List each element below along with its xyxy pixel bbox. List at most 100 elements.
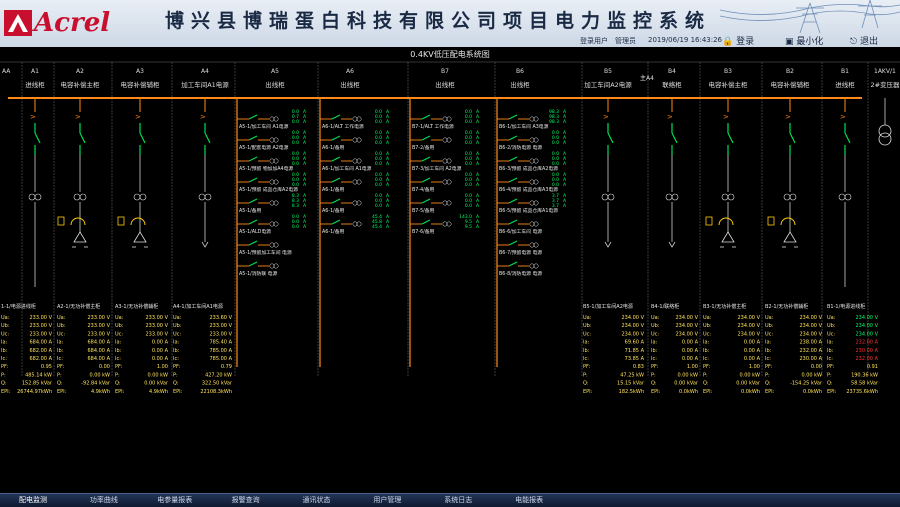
meter-param-value: 1.00 — [687, 364, 698, 370]
feeder-row[interactable]: 0.0 A0.0 A0.0 AB7-4/备用 — [410, 172, 480, 193]
meter-param-value: -154.25 kVar — [790, 381, 823, 387]
meter-panel[interactable]: A2-1/无功补偿主柜 Ua: 233.00 V Ub: 233.00 V Uc: 233.… — [57, 303, 111, 395]
meter-panel[interactable]: B3-1/无功补偿主柜 Ua: 234.00 V Ub: 234.00 V Uc: 234.… — [703, 303, 761, 395]
meter-param-value: 234.00 V — [799, 315, 822, 321]
login-button[interactable]: 🔒 登录 — [722, 34, 754, 47]
meter-panel[interactable]: B5-1/加工车间A2电源 Ua: 234.00 V Ub: 234.00 V Uc: 23… — [583, 303, 645, 395]
feeder-current-value: 0.0 — [375, 161, 382, 167]
ct-icon — [783, 193, 791, 201]
cabinet-circuit: > — [705, 98, 736, 248]
feeder-row[interactable]: 0.0 A0.0 A0.0 AB6-4/预留 成品仓库A3电源 — [497, 172, 567, 193]
feeder-row[interactable]: 98.3 A98.3 A98.3 AB6-1/加工车间 A3电源 — [497, 109, 567, 130]
nav-tab-8[interactable]: 电能报表 — [504, 495, 554, 506]
meter-panel[interactable]: 1-1/电源进线柜 Ua: 233.00 V Ub: 233.00 V Uc: 233.00… — [1, 303, 53, 395]
minimize-button[interactable]: ▣ 最小化 — [785, 34, 823, 47]
feeder-row[interactable]: 0.0 A0.0 A0.0 AA5-1/预留 成品仓库A2电源 — [237, 172, 307, 193]
cabinet-header: 2#变压器 — [870, 80, 900, 89]
feeder-row[interactable]: 0.0 A0.0 A0.0 AA6-1/备用 — [320, 130, 390, 151]
feeder-row[interactable]: 0.0 A0.0 A0.0 AB6-2/消防电源 电源 — [497, 130, 567, 151]
meter-param-label: Q: — [651, 381, 657, 387]
header-status-bar: 登录用户 管理员 2019/06/19 16:43:26 🔒 登录 ▣ 最小化 … — [0, 34, 900, 47]
exit-icon: ⎋ — [850, 37, 858, 47]
feeder-row[interactable]: 0.0 A0.7 A0.0 AA5-1/加工车间 A1电源 — [237, 109, 307, 130]
nav-tab-4[interactable]: 报警查询 — [221, 495, 271, 506]
breaker-icon — [248, 198, 258, 204]
feeder-row[interactable]: 0.0 A0.0 A0.0 AB7-1/ALT 工作电源 — [410, 109, 480, 130]
unit-label: A — [476, 203, 480, 209]
feeder-row[interactable]: 45.4 A45.8 A45.4 AA6-1/备用 — [320, 214, 390, 235]
feeder-row[interactable]: 0.0 A0.0 A0.0 AA6-1/备用 — [320, 193, 390, 214]
nav-tab-6[interactable]: 用户管理 — [362, 495, 412, 506]
nav-tab-7[interactable]: 系统日志 — [433, 495, 483, 506]
cabinet-header: A5 出线柜 — [265, 68, 285, 89]
cabinet-code: B1 — [841, 68, 849, 75]
meter-param-label: Ib: — [765, 348, 772, 354]
meter-panel[interactable]: B4-1/联络柜 Ua: 234.00 V Ub: 234.00 V Uc: 234.00 … — [651, 303, 699, 395]
lock-icon: 🔒 — [722, 37, 734, 47]
unit-label: A — [386, 161, 390, 167]
exit-button[interactable]: ⎋ 退出 — [850, 34, 878, 47]
feeder-row[interactable]: 0.0 A0.0 A0.0 AA6-1/ALT 工作电源 — [320, 109, 390, 130]
meter-param-value: 233.00 V — [145, 331, 168, 337]
feeder-row[interactable]: 0.0 A0.0 A0.0 AB7-3/加工车间 A2电源 — [410, 151, 480, 172]
feeder-row[interactable]: 0.0 A0.0 A0.0 AA6-1/备用 — [320, 172, 390, 193]
meter-param-value: 234.00 V — [855, 315, 878, 321]
feeder-row[interactable]: 8.3 A8.3 A8.3 AA5-1/备用 — [237, 193, 307, 214]
feeder-row[interactable]: 0.0 A0.0 A0.0 AB7-2/备用 — [410, 130, 480, 151]
breaker-icon — [331, 135, 341, 141]
nav-tab-5[interactable]: 通讯状态 — [292, 495, 342, 506]
meter-param-value: 234.00 V — [737, 323, 760, 329]
arrow-icon: > — [723, 113, 729, 121]
meter-param-label: Q: — [1, 381, 7, 387]
nav-tab-2[interactable]: 功率曲线 — [79, 495, 129, 506]
meter-param-label: P: — [173, 372, 178, 378]
meter-param-label: Ub: — [57, 323, 66, 329]
meter-panel[interactable]: A4-1/加工车间A1电源 Ua: 233.60 V Ub: 233.00 V Uc: 23… — [173, 303, 233, 395]
feeder-row[interactable]: B6-6/加工车间 电源 — [497, 219, 542, 235]
unit-label: A — [303, 203, 307, 209]
feeder-row[interactable]: 0.0 A0.0 A0.0 AB7-5/备用 — [410, 193, 480, 214]
unit-label: A — [563, 203, 567, 209]
ct-icon — [73, 193, 81, 201]
breaker-icon — [508, 240, 518, 246]
meter-panel[interactable]: B2-1/无功补偿辅柜 Ua: 234.00 V Ub: 234.00 V Uc: 234.… — [765, 303, 823, 395]
feeder-name: B6-1/加工车间 A3电源 — [499, 123, 549, 130]
feeder-name: A5-1/配套电源 A2电源 — [239, 144, 289, 151]
meter-panel[interactable]: B1-1/电源进线柜 Ua: 234.00 V Ub: 234.00 V Uc: 234.0… — [827, 303, 879, 395]
meter-param-label: EPI: — [651, 389, 661, 395]
nav-tab-1[interactable]: 配电监测 — [8, 495, 58, 506]
meter-param-label: Uc: — [57, 331, 65, 337]
feeder-row[interactable]: A5-1/消防联 电源 — [237, 261, 279, 277]
feeder-panel-b6: 98.3 A98.3 A98.3 AB6-1/加工车间 A3电源0.0 A0.0 A0.0… — [496, 98, 567, 367]
cabinet-header: B3 电容补偿主柜 — [709, 68, 749, 89]
feeder-row[interactable]: 0.0 A0.0 A0.0 AA5-1/配套电源 A2电源 — [237, 130, 307, 151]
meter-param-value: 684.00 A — [29, 340, 52, 346]
feeder-row[interactable]: 0.0 A0.0 A0.0 AB6-3/预留 成品仓库A2电源 — [497, 151, 567, 172]
meter-param-label: Ic: — [651, 356, 657, 362]
datetime-display: 2019/06/19 16:43:26 — [648, 36, 723, 44]
meter-param-label: PF: — [827, 364, 835, 370]
breaker-icon — [508, 114, 518, 120]
cabinet-header: B1 进线柜 — [835, 68, 855, 89]
unit-label: A — [476, 161, 480, 167]
feeder-row[interactable]: B6-8/消防电源 电源 — [497, 261, 542, 277]
feeder-row[interactable]: 3.7 A3.7 A3.7 AB6-5/预留 成品仓库A1电源 — [497, 193, 567, 214]
feeder-row[interactable]: B6-7/预留电源 电源 — [497, 240, 542, 256]
meter-param-label: Uc: — [703, 331, 711, 337]
feeder-row[interactable]: 0.0 A0.0 A0.0 AA5-1/ALD电源 — [237, 214, 307, 235]
feeder-row[interactable]: 143.0 A9.5 A9.5 AB7-6/备用 — [410, 214, 480, 235]
breaker-icon — [248, 219, 258, 225]
meter-param-label: Q: — [173, 381, 179, 387]
transformer — [878, 98, 892, 146]
nav-tab-3[interactable]: 电参量报表 — [150, 495, 200, 506]
feeder-row[interactable]: 0.0 A0.0 A0.0 AA5-1/预留 物加加A4电源 — [237, 151, 307, 172]
capacitor-icon — [133, 231, 147, 243]
meter-param-label: PF: — [583, 364, 591, 370]
meter-panel[interactable]: A3-1/无功补偿辅柜 Ua: 233.00 V Ub: 233.00 V Uc: 233.… — [115, 303, 169, 395]
feeder-row[interactable]: A5-1/预留加工车间 电源 — [237, 240, 292, 256]
meter-param-value: 233.00 V — [87, 315, 110, 321]
feeder-row[interactable]: 0.0 A0.0 A0.0 AA6-1/加工车间 A1电源 — [320, 151, 390, 172]
feeder-name: A5-1/备用 — [239, 207, 262, 214]
feeder-name: B7-5/备用 — [412, 207, 435, 214]
meter-param-label: Ib: — [583, 348, 590, 354]
